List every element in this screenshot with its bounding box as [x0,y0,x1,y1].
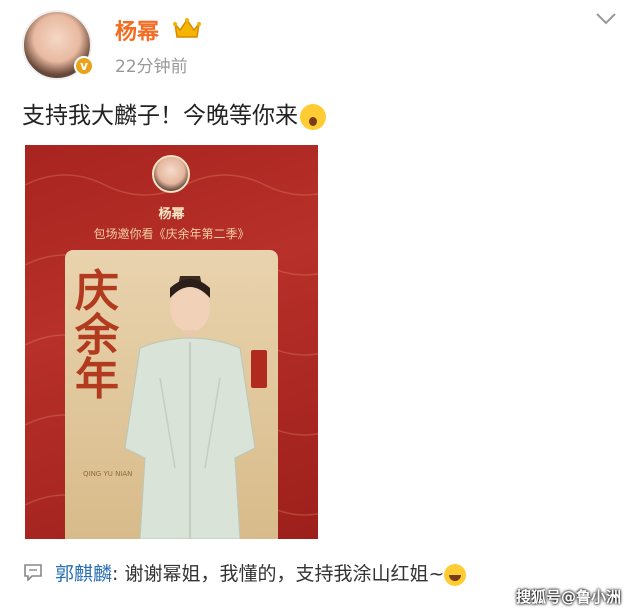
comment-icon [24,564,42,581]
poster-username: 杨幂 [158,207,185,222]
post-time: 22分钟前 [115,57,188,77]
crown-icon [173,18,201,38]
post-text-content: 支持我大麟子！今晚等你来 [22,103,298,129]
laugh-emoji-icon [444,563,467,586]
drama-poster-card: 庆余年 QING YU NIAN [65,250,278,539]
comment-line: 郭麒麟: 谢谢幂姐，我懂的，支持我涂山红姐~ [55,559,467,586]
post-header: v 杨幂 22分钟前 [0,0,640,90]
invitation-poster[interactable]: 杨幂 包场邀你看《庆余年第二季》 庆余年 QING YU NIAN [25,145,318,539]
comment-author[interactable]: 郭麒麟 [55,563,112,585]
comment-text: : 谢谢幂姐，我懂的，支持我涂山红姐~ [112,563,445,585]
username[interactable]: 杨幂 [115,14,159,46]
actor-figure [124,276,256,539]
poster-avatar [152,155,190,193]
watermark: 搜狐号@鲁小洲 [516,588,622,606]
poster-invite-text: 包场邀你看《庆余年第二季》 [93,227,250,241]
post-text: 支持我大麟子！今晚等你来 [22,96,326,130]
show-title: 庆余年 [75,266,119,405]
chevron-down-icon[interactable] [594,10,618,28]
verified-badge-icon: v [74,56,94,76]
scream-emoji-icon [300,103,326,130]
